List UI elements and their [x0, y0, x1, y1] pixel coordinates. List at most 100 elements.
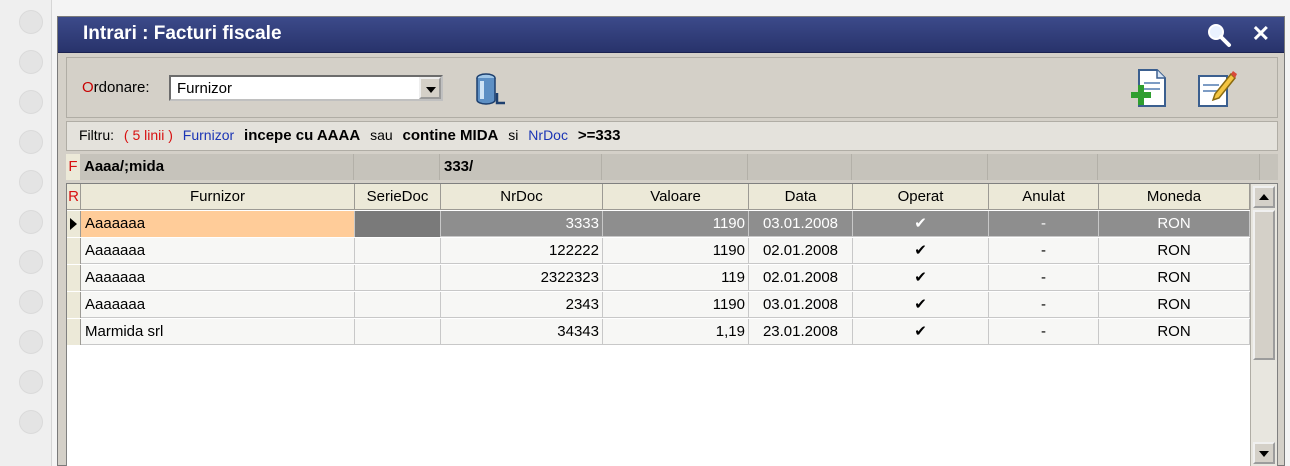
- cell-valoare[interactable]: 1190: [603, 211, 749, 237]
- column-header-nrdoc[interactable]: NrDoc: [441, 184, 603, 210]
- filter-furnizor-input[interactable]: Aaaa/;mida: [80, 154, 354, 180]
- cell-furnizor[interactable]: Aaaaaaa: [81, 238, 355, 264]
- window-title: Intrari : Facturi fiscale: [83, 23, 282, 44]
- filter-condition: >=333: [577, 127, 621, 144]
- cell-data[interactable]: 23.01.2008: [749, 319, 853, 345]
- cell-anulat[interactable]: -: [989, 292, 1099, 318]
- scroll-thumb[interactable]: [1253, 210, 1275, 360]
- cell-operat[interactable]: ✔: [853, 265, 989, 291]
- cell-anulat[interactable]: -: [989, 238, 1099, 264]
- cell-nrdoc[interactable]: 2322323: [441, 265, 603, 291]
- row-selector[interactable]: [67, 319, 81, 345]
- filter-field-nrdoc: NrDoc: [528, 127, 568, 143]
- row-selector[interactable]: [67, 292, 81, 318]
- cell-furnizor[interactable]: Aaaaaaa: [81, 211, 355, 237]
- filter-prefix: Filtru:: [79, 127, 114, 143]
- column-header-operat[interactable]: Operat: [853, 184, 989, 210]
- cell-anulat[interactable]: -: [989, 211, 1099, 237]
- invoices-grid: R Furnizor SerieDoc NrDoc Valoare Data O…: [66, 183, 1278, 466]
- table-row[interactable]: Aaaaaaa 2343 1190 03.01.2008 ✔ - RON: [67, 292, 1250, 318]
- binder-hole: [19, 290, 43, 314]
- row-selector[interactable]: [67, 211, 81, 237]
- cell-data[interactable]: 02.01.2008: [749, 238, 853, 264]
- filter-row-marker: F: [66, 154, 80, 180]
- cell-anulat[interactable]: -: [989, 319, 1099, 345]
- cell-seriedoc[interactable]: [355, 265, 441, 291]
- database-icon[interactable]: [472, 71, 512, 107]
- edit-document-icon[interactable]: [1195, 68, 1237, 110]
- add-document-icon[interactable]: [1129, 68, 1169, 110]
- filter-condition: contine MIDA: [402, 127, 499, 144]
- table-row[interactable]: Marmida srl 34343 1,19 23.01.2008 ✔ - RO…: [67, 319, 1250, 345]
- cell-data[interactable]: 03.01.2008: [749, 292, 853, 318]
- scroll-up-icon[interactable]: [1253, 186, 1275, 208]
- title-bar: Intrari : Facturi fiscale ✕: [58, 17, 1284, 53]
- current-row-pointer-icon: [70, 218, 77, 230]
- table-row[interactable]: Aaaaaaa 122222 1190 02.01.2008 ✔ - RON: [67, 238, 1250, 264]
- cell-moneda[interactable]: RON: [1099, 292, 1250, 318]
- filter-moneda-input[interactable]: [1098, 154, 1260, 180]
- cell-valoare[interactable]: 1,19: [603, 319, 749, 345]
- cell-nrdoc[interactable]: 122222: [441, 238, 603, 264]
- cell-operat[interactable]: ✔: [853, 238, 989, 264]
- cell-furnizor[interactable]: Aaaaaaa: [81, 265, 355, 291]
- row-selector[interactable]: [67, 238, 81, 264]
- binder-hole: [19, 10, 43, 34]
- cell-valoare[interactable]: 119: [603, 265, 749, 291]
- search-icon[interactable]: [1204, 21, 1234, 49]
- cell-operat[interactable]: ✔: [853, 319, 989, 345]
- cell-data[interactable]: 03.01.2008: [749, 211, 853, 237]
- filter-anulat-input[interactable]: [988, 154, 1098, 180]
- cell-seriedoc[interactable]: [355, 319, 441, 345]
- binder-hole: [19, 210, 43, 234]
- cell-seriedoc[interactable]: [355, 238, 441, 264]
- order-label: Ordonare:: [82, 79, 150, 96]
- toolbar: Ordonare: Furnizor: [66, 57, 1278, 118]
- grid-header-marker: R: [67, 184, 81, 210]
- cell-seriedoc[interactable]: [355, 211, 441, 237]
- cell-nrdoc[interactable]: 34343: [441, 319, 603, 345]
- binder-hole: [19, 50, 43, 74]
- row-selector[interactable]: [67, 265, 81, 291]
- table-row[interactable]: Aaaaaaa 2322323 119 02.01.2008 ✔ - RON: [67, 265, 1250, 291]
- cell-moneda[interactable]: RON: [1099, 265, 1250, 291]
- column-header-moneda[interactable]: Moneda: [1099, 184, 1250, 210]
- table-row[interactable]: Aaaaaaa 3333 1190 03.01.2008 ✔ - RON: [67, 211, 1250, 237]
- filter-valoare-input[interactable]: [602, 154, 748, 180]
- column-header-data[interactable]: Data: [749, 184, 853, 210]
- scroll-down-icon[interactable]: [1253, 442, 1275, 464]
- cell-valoare[interactable]: 1190: [603, 238, 749, 264]
- column-header-valoare[interactable]: Valoare: [603, 184, 749, 210]
- column-header-furnizor[interactable]: Furnizor: [81, 184, 355, 210]
- cell-moneda[interactable]: RON: [1099, 319, 1250, 345]
- cell-seriedoc[interactable]: [355, 292, 441, 318]
- filter-seriedoc-input[interactable]: [354, 154, 440, 180]
- order-select[interactable]: Furnizor: [169, 75, 443, 101]
- cell-furnizor[interactable]: Marmida srl: [81, 319, 355, 345]
- cell-anulat[interactable]: -: [989, 265, 1099, 291]
- close-icon[interactable]: ✕: [1252, 20, 1270, 48]
- cell-operat[interactable]: ✔: [853, 211, 989, 237]
- binder-hole: [19, 410, 43, 434]
- cell-valoare[interactable]: 1190: [603, 292, 749, 318]
- cell-nrdoc[interactable]: 2343: [441, 292, 603, 318]
- grid-header: R Furnizor SerieDoc NrDoc Valoare Data O…: [67, 184, 1250, 210]
- filter-nrdoc-input[interactable]: 333/: [440, 154, 602, 180]
- vertical-scrollbar[interactable]: [1250, 184, 1277, 466]
- binder-hole: [19, 90, 43, 114]
- filter-operat-input[interactable]: [852, 154, 988, 180]
- cell-moneda[interactable]: RON: [1099, 211, 1250, 237]
- binder-hole: [19, 250, 43, 274]
- cell-operat[interactable]: ✔: [853, 292, 989, 318]
- cell-nrdoc[interactable]: 3333: [441, 211, 603, 237]
- filter-data-input[interactable]: [748, 154, 852, 180]
- chevron-down-icon[interactable]: [419, 77, 441, 99]
- column-header-seriedoc[interactable]: SerieDoc: [355, 184, 441, 210]
- cell-moneda[interactable]: RON: [1099, 238, 1250, 264]
- cell-furnizor[interactable]: Aaaaaaa: [81, 292, 355, 318]
- column-header-anulat[interactable]: Anulat: [989, 184, 1099, 210]
- cell-data[interactable]: 02.01.2008: [749, 265, 853, 291]
- invoices-window: Intrari : Facturi fiscale ✕ Ordonare: Fu…: [57, 16, 1285, 466]
- filter-field-furnizor: Furnizor: [182, 127, 235, 143]
- binder-strip: [0, 0, 52, 466]
